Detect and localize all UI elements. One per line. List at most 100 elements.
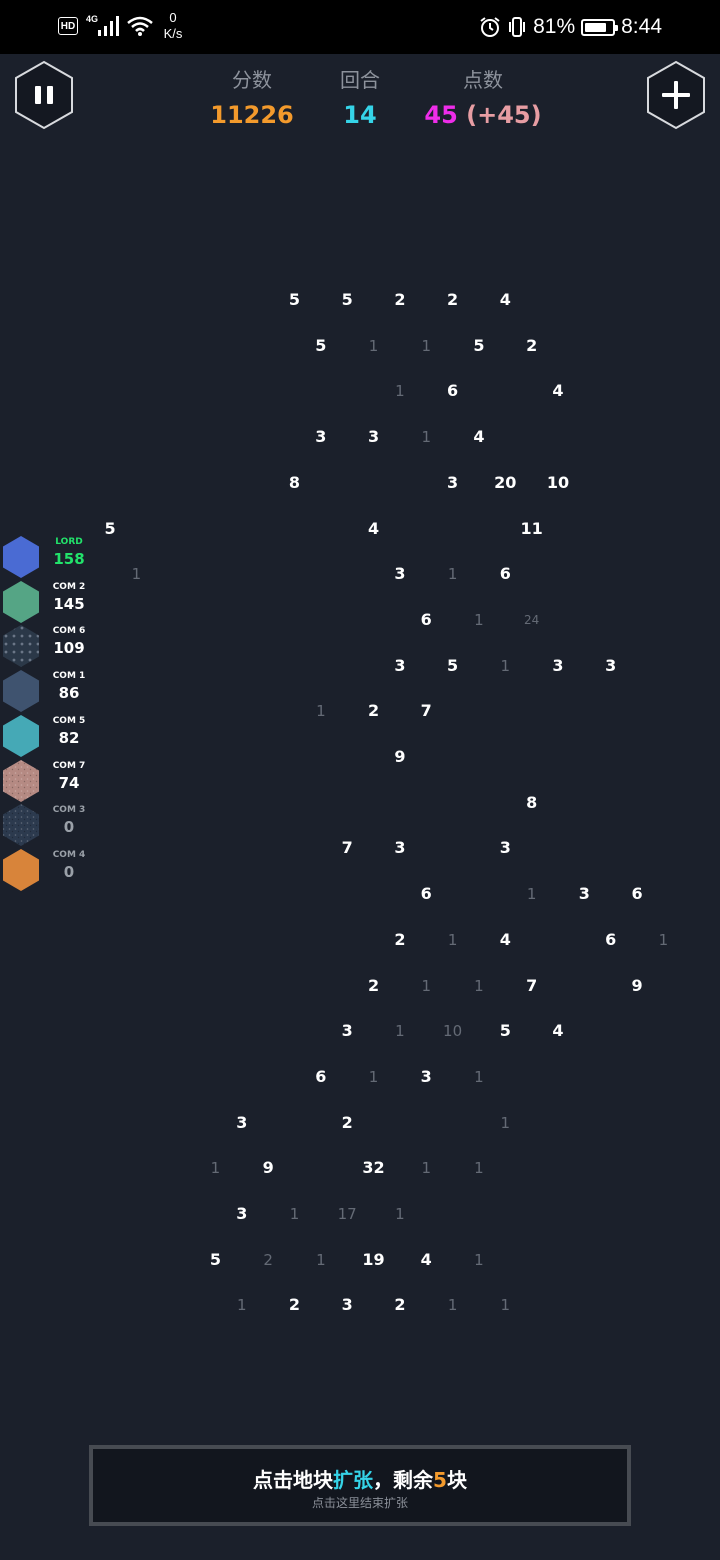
board-cell[interactable]: 2 <box>354 976 394 996</box>
board-cell[interactable]: 2 <box>433 290 473 310</box>
board-cell[interactable]: 4 <box>406 1250 446 1270</box>
player-entry: LORD 158 <box>2 535 102 579</box>
board-cell[interactable]: 10 <box>538 473 578 493</box>
board-cell[interactable]: 2 <box>248 1250 288 1270</box>
board-cell[interactable]: 6 <box>591 930 631 950</box>
add-button[interactable] <box>645 60 707 130</box>
board-cell[interactable]: 11 <box>512 519 552 539</box>
board-cell[interactable]: 8 <box>512 793 552 813</box>
player-score: 74 <box>58 773 80 792</box>
board-cell[interactable]: 3 <box>222 1113 262 1133</box>
board-cell[interactable]: 3 <box>301 427 341 447</box>
board-cell[interactable]: 4 <box>538 381 578 401</box>
board-cell[interactable]: 19 <box>354 1250 394 1270</box>
board-cell[interactable]: 1 <box>459 1250 499 1270</box>
board-cell[interactable]: 3 <box>327 1021 367 1041</box>
board-cell[interactable]: 1 <box>222 1295 262 1315</box>
board-cell[interactable]: 3 <box>406 1067 446 1087</box>
board-cell[interactable]: 1 <box>512 884 552 904</box>
board-cell[interactable]: 6 <box>406 884 446 904</box>
board-cell[interactable]: 1 <box>643 930 683 950</box>
board-cell[interactable]: 4 <box>459 427 499 447</box>
player-entry: COM 4 0 <box>2 848 102 892</box>
board-cell[interactable]: 3 <box>433 473 473 493</box>
board-cell[interactable]: 1 <box>485 1295 525 1315</box>
board-cell[interactable]: 2 <box>380 290 420 310</box>
pause-button[interactable] <box>13 60 75 130</box>
board-cell[interactable]: 7 <box>406 701 446 721</box>
board-cell[interactable]: 7 <box>512 976 552 996</box>
board-cell[interactable]: 5 <box>327 290 367 310</box>
board-cell[interactable]: 5 <box>459 336 499 356</box>
board-cell[interactable]: 1 <box>380 1204 420 1224</box>
board-cell[interactable]: 1 <box>459 610 499 630</box>
board-cell[interactable]: 2 <box>327 1113 367 1133</box>
board-cell[interactable]: 6 <box>433 381 473 401</box>
board-cell[interactable]: 1 <box>275 1204 315 1224</box>
board-cell[interactable]: 1 <box>406 427 446 447</box>
board-cell[interactable]: 6 <box>301 1067 341 1087</box>
board-cell[interactable]: 3 <box>380 564 420 584</box>
board-cell[interactable]: 1 <box>116 564 156 584</box>
board-cell[interactable]: 1 <box>380 1021 420 1041</box>
board-cell[interactable]: 1 <box>459 1158 499 1178</box>
board-cell[interactable]: 32 <box>354 1158 394 1178</box>
board-cell[interactable]: 1 <box>485 1113 525 1133</box>
end-expansion-button[interactable]: 点击地块扩张，剩余5块 点击这里结束扩张 <box>89 1445 631 1526</box>
board-cell[interactable]: 7 <box>327 838 367 858</box>
board-cell[interactable]: 1 <box>380 381 420 401</box>
board-cell[interactable]: 3 <box>485 838 525 858</box>
board-cell[interactable]: 3 <box>538 656 578 676</box>
board-cell[interactable]: 6 <box>406 610 446 630</box>
board-cell[interactable]: 8 <box>275 473 315 493</box>
board-cell[interactable]: 5 <box>301 336 341 356</box>
board-cell[interactable]: 1 <box>433 930 473 950</box>
board-cell[interactable]: 1 <box>459 976 499 996</box>
board-cell[interactable]: 2 <box>354 701 394 721</box>
board-cell[interactable]: 3 <box>327 1295 367 1315</box>
board-cell[interactable]: 9 <box>248 1158 288 1178</box>
board-cell[interactable]: 1 <box>301 1250 341 1270</box>
board-cell[interactable]: 1 <box>354 1067 394 1087</box>
board-cell[interactable]: 5 <box>275 290 315 310</box>
board-cell[interactable]: 1 <box>485 656 525 676</box>
board-cell[interactable]: 4 <box>354 519 394 539</box>
board-cell[interactable]: 17 <box>327 1204 367 1224</box>
board-cell[interactable]: 5 <box>195 1250 235 1270</box>
board-cell[interactable]: 3 <box>564 884 604 904</box>
board-cell[interactable]: 1 <box>406 976 446 996</box>
board-cell[interactable]: 1 <box>433 564 473 584</box>
board-cell[interactable]: 3 <box>354 427 394 447</box>
speed-value: 0 <box>169 10 177 25</box>
board-cell[interactable]: 1 <box>406 336 446 356</box>
board-cell[interactable]: 1 <box>459 1067 499 1087</box>
board-cell[interactable]: 3 <box>380 838 420 858</box>
board-cell[interactable]: 3 <box>222 1204 262 1224</box>
board-cell[interactable]: 2 <box>512 336 552 356</box>
board-cell[interactable]: 10 <box>433 1021 473 1041</box>
board-cell[interactable]: 24 <box>512 610 552 630</box>
board-cell[interactable]: 6 <box>485 564 525 584</box>
board-cell[interactable]: 9 <box>617 976 657 996</box>
board-cell[interactable]: 4 <box>538 1021 578 1041</box>
board-cell[interactable]: 2 <box>275 1295 315 1315</box>
board-cell[interactable]: 4 <box>485 290 525 310</box>
board-cell[interactable]: 20 <box>485 473 525 493</box>
score-label: 分数 <box>232 68 272 92</box>
board-cell[interactable]: 5 <box>433 656 473 676</box>
board-cell[interactable]: 1 <box>301 701 341 721</box>
board-cell[interactable]: 5 <box>485 1021 525 1041</box>
board-cell[interactable]: 9 <box>380 747 420 767</box>
board-cell[interactable]: 2 <box>380 1295 420 1315</box>
points-line: 45 (+45) <box>418 98 548 132</box>
board-cell[interactable]: 4 <box>485 930 525 950</box>
board-cell[interactable]: 1 <box>195 1158 235 1178</box>
board-cell[interactable]: 3 <box>591 656 631 676</box>
board-cell[interactable]: 1 <box>433 1295 473 1315</box>
board-cell[interactable]: 1 <box>354 336 394 356</box>
board-cell[interactable]: 3 <box>380 656 420 676</box>
board-cell[interactable]: 2 <box>380 930 420 950</box>
board-cell[interactable]: 6 <box>617 884 657 904</box>
prompt-prefix: 点击地块 <box>253 1468 334 1492</box>
board-cell[interactable]: 1 <box>406 1158 446 1178</box>
